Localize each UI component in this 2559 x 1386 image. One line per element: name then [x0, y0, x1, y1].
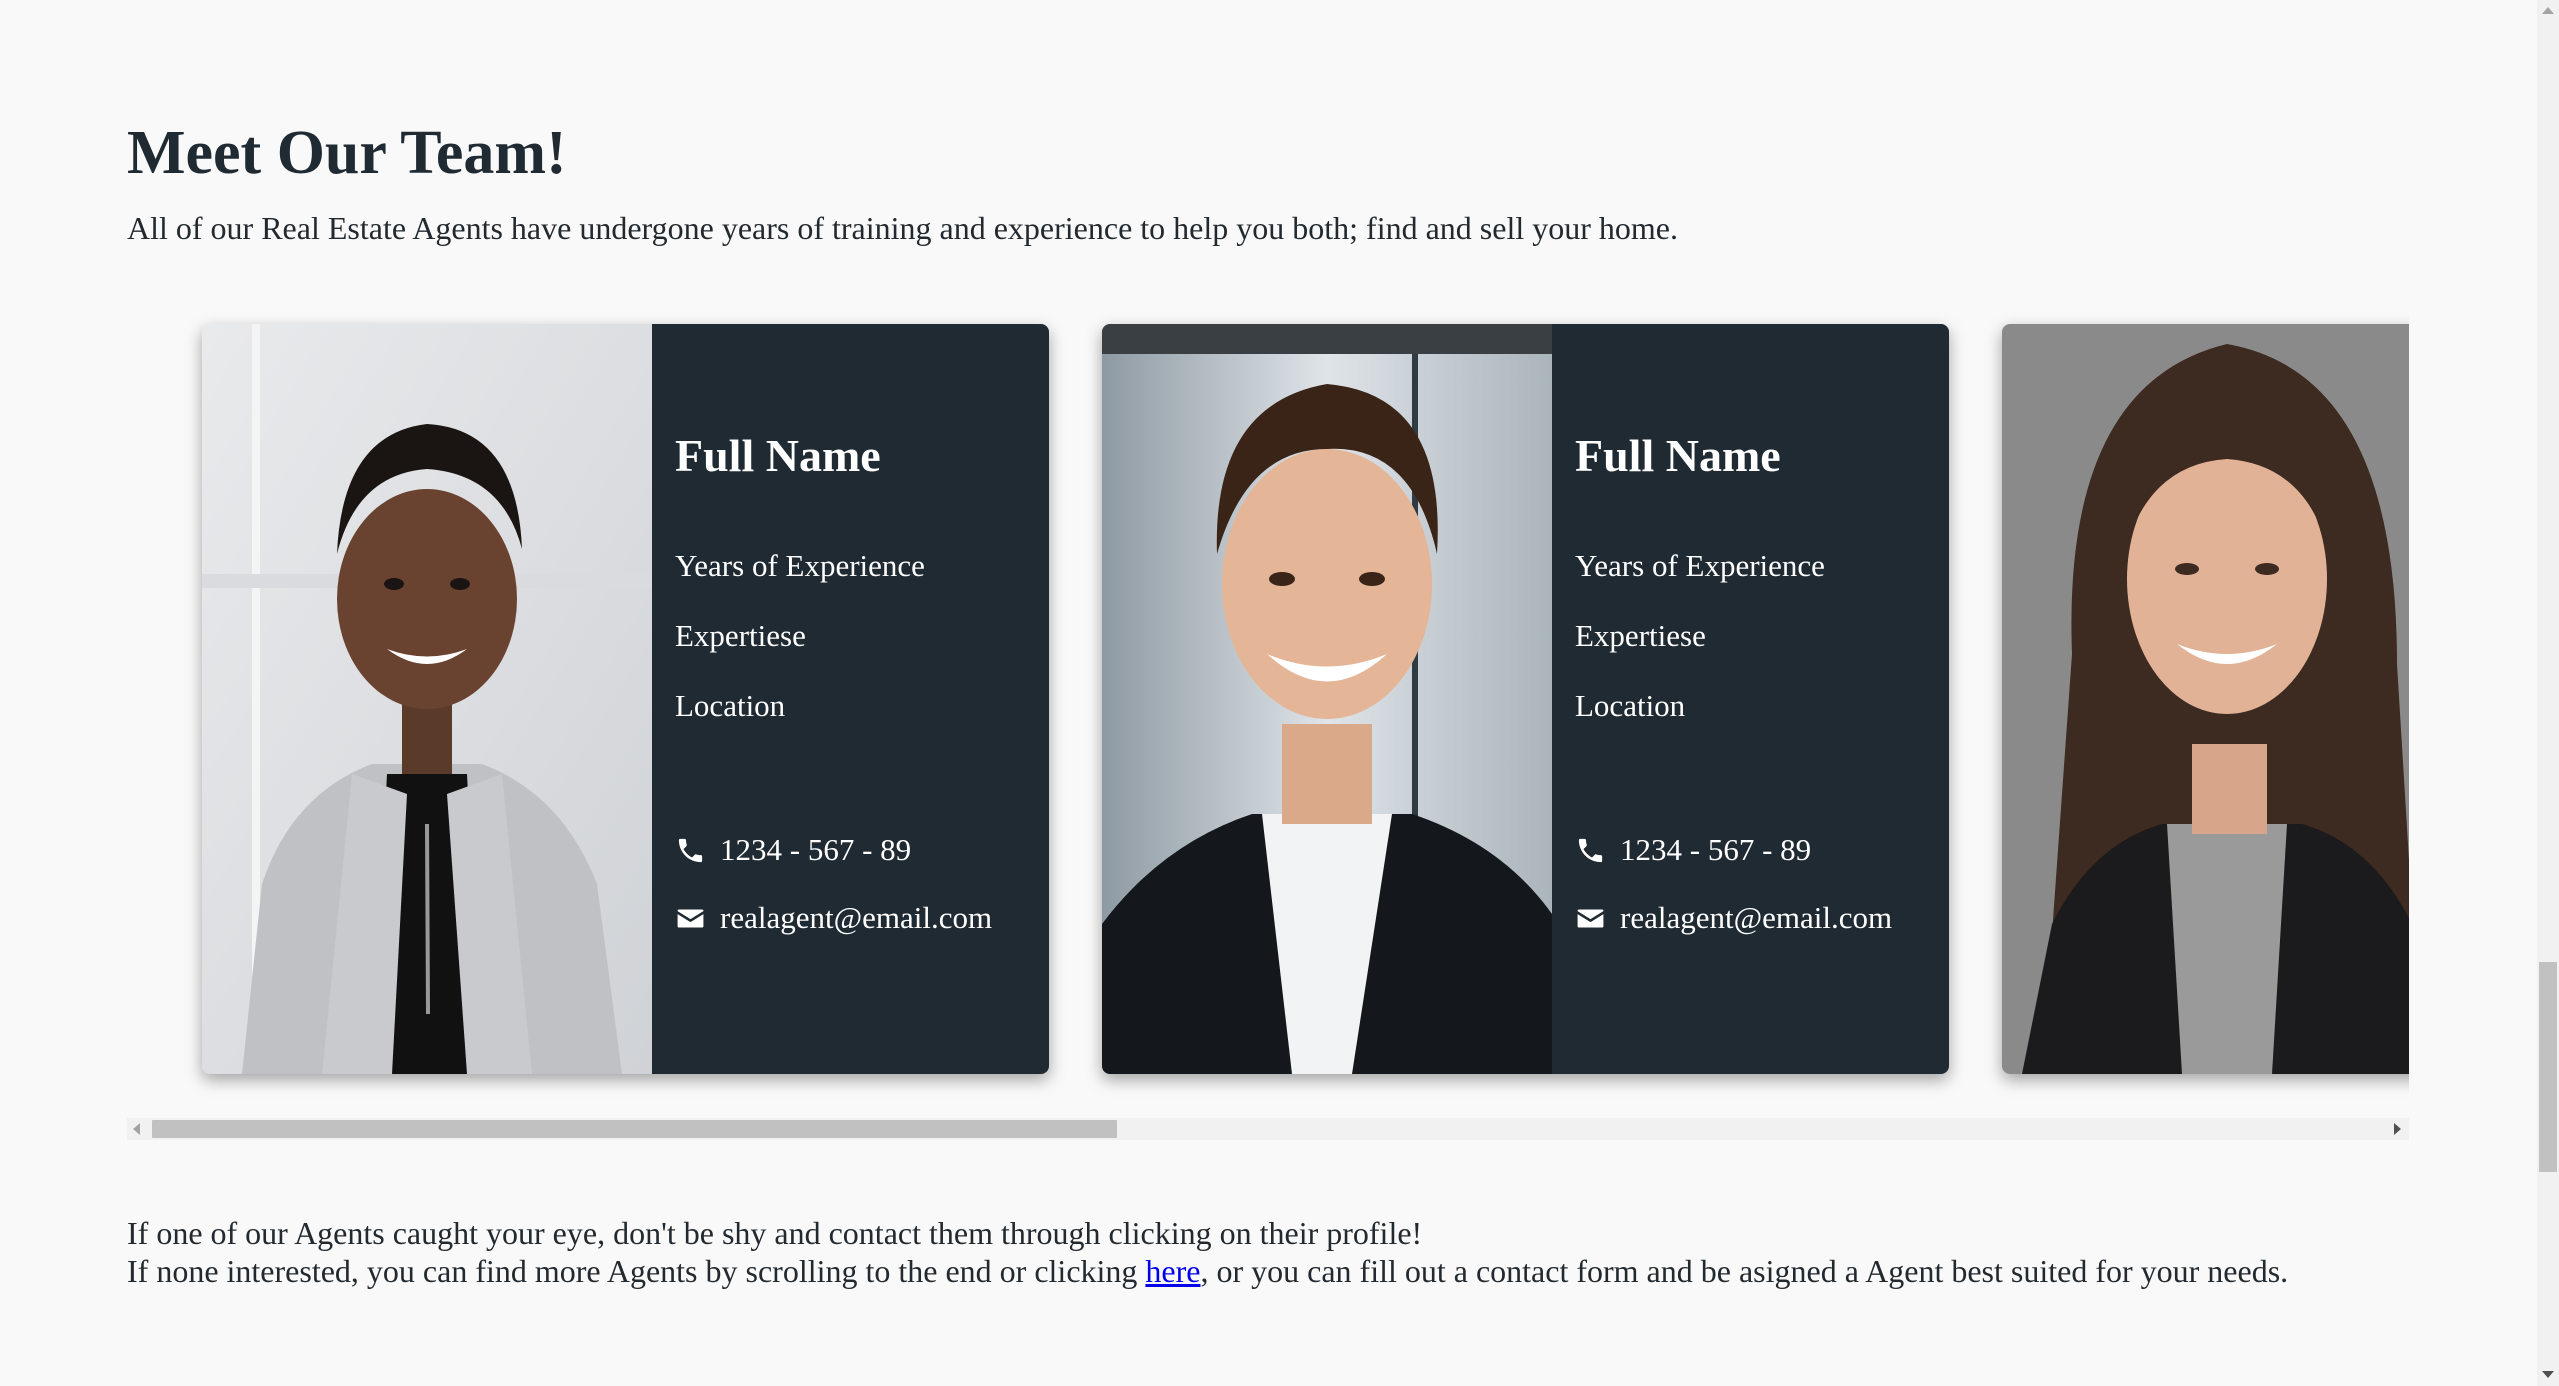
more-agents-link[interactable]: here [1145, 1253, 1200, 1289]
section-title: Meet Our Team! [127, 119, 567, 187]
agents-carousel[interactable]: Full Name Years of Experience Expertiese… [127, 305, 2409, 1150]
agent-name: Full Name [675, 430, 881, 481]
agent-photo [1102, 324, 1552, 1074]
agent-experience: Years of Experience [1575, 548, 1825, 583]
portrait-man-dark-jacket-icon [1102, 324, 1552, 1074]
scroll-up-arrow-icon[interactable] [2542, 7, 2554, 14]
footer-line-2-after: , or you can fill out a contact form and… [1200, 1253, 2289, 1289]
agent-card[interactable]: Full Name Years of Experience Expertiese… [202, 324, 1049, 1074]
agent-email[interactable]: realagent@email.com [1575, 898, 1892, 938]
vertical-scroll-thumb[interactable] [2539, 962, 2557, 1172]
portrait-woman-black-blazer-icon [2002, 324, 2409, 1074]
portrait-woman-grey-blazer-icon [202, 324, 652, 1074]
footer-line-2-before: If none interested, you can find more Ag… [127, 1253, 1146, 1289]
envelope-icon [677, 908, 704, 928]
footer-line-2: If none interested, you can find more Ag… [127, 1252, 2288, 1290]
phone-number: 1234 - 567 - 89 [1620, 832, 1812, 867]
agent-expertise: Expertiese [1575, 618, 1706, 653]
phone-icon [1578, 838, 1603, 862]
agent-photo [2002, 324, 2409, 1074]
email-address: realagent@email.com [720, 900, 993, 935]
agent-card[interactable]: Full Name Years of Experience Expertiese… [1102, 324, 1949, 1074]
phone-number: 1234 - 567 - 89 [720, 832, 912, 867]
footer-text: If one of our Agents caught your eye, do… [127, 1214, 2288, 1290]
scroll-right-arrow-icon[interactable] [2394, 1123, 2401, 1135]
team-page: Meet Our Team! All of our Real Estate Ag… [0, 0, 2559, 1386]
agent-email[interactable]: realagent@email.com [675, 898, 992, 938]
phone-icon [678, 838, 703, 862]
section-subtitle: All of our Real Estate Agents have under… [127, 210, 1678, 246]
agent-info: Full Name Years of Experience Expertiese… [652, 324, 1049, 1074]
agent-location: Location [675, 688, 786, 723]
agent-name: Full Name [1575, 430, 1781, 481]
footer-line-1: If one of our Agents caught your eye, do… [127, 1215, 1423, 1251]
agent-expertise: Expertiese [675, 618, 806, 653]
agent-experience: Years of Experience [675, 548, 925, 583]
carousel-horizontal-scrollbar[interactable] [127, 1118, 2409, 1140]
agent-phone[interactable]: 1234 - 567 - 89 [675, 830, 911, 870]
agent-card[interactable] [2002, 324, 2409, 1074]
email-address: realagent@email.com [1620, 900, 1893, 935]
scroll-left-arrow-icon[interactable] [133, 1123, 140, 1135]
agent-phone[interactable]: 1234 - 567 - 89 [1575, 830, 1811, 870]
page-vertical-scrollbar[interactable] [2537, 0, 2559, 1386]
agent-info: Full Name Years of Experience Expertiese… [1552, 324, 1949, 1074]
horizontal-scroll-thumb[interactable] [152, 1120, 1117, 1138]
envelope-icon [1577, 908, 1604, 928]
agent-location: Location [1575, 688, 1686, 723]
scroll-down-arrow-icon[interactable] [2542, 1371, 2554, 1378]
agent-photo [202, 324, 652, 1074]
